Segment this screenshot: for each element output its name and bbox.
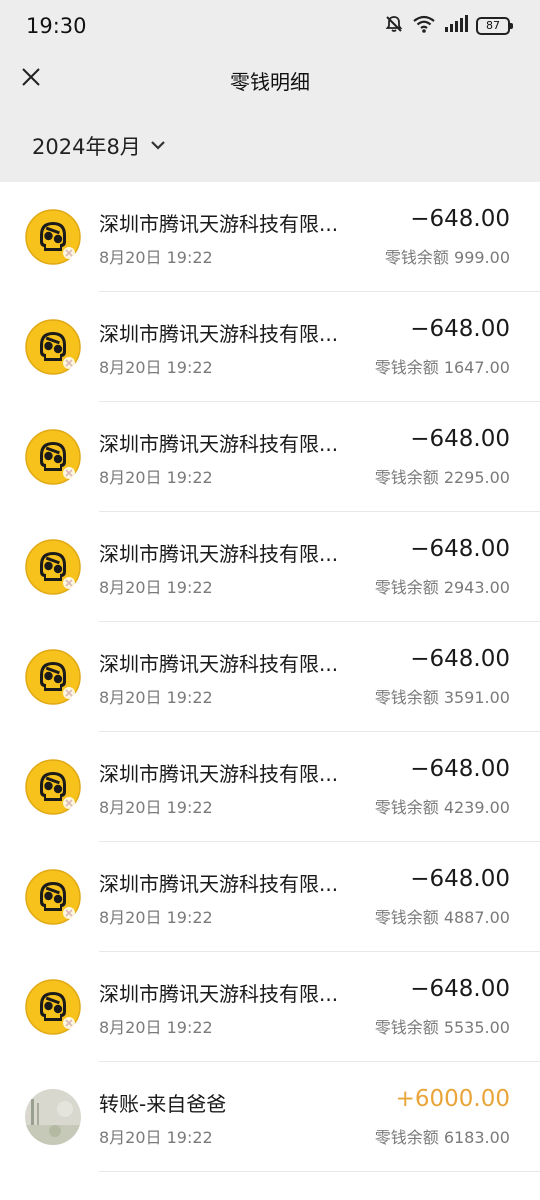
transaction-amount: −648.00 xyxy=(410,866,510,892)
transaction-amount: +6000.00 xyxy=(395,1086,510,1112)
skull-game-logo-icon xyxy=(25,429,81,485)
contact-avatar-icon xyxy=(25,1089,81,1145)
status-bar: 19:30 87 xyxy=(0,0,540,52)
transaction-time: 8月20日 19:22 xyxy=(99,1018,213,1037)
transaction-balance: 零钱余额 4239.00 xyxy=(374,798,510,817)
transaction-title: 深圳市腾讯天游科技有限... xyxy=(99,542,339,566)
transaction-time: 8月20日 19:22 xyxy=(99,578,213,597)
nav-bar: 零钱明细 xyxy=(0,52,540,108)
transaction-amount: −648.00 xyxy=(410,426,510,452)
transaction-amount: −648.00 xyxy=(410,316,510,342)
mute-bell-icon xyxy=(384,14,404,38)
transaction-amount: −648.00 xyxy=(410,536,510,562)
transaction-balance: 零钱余额 999.00 xyxy=(384,248,510,267)
transaction-balance: 零钱余额 3591.00 xyxy=(374,688,510,707)
skull-game-logo-icon xyxy=(25,979,81,1035)
transaction-time: 8月20日 19:22 xyxy=(99,798,213,817)
transaction-title: 深圳市腾讯天游科技有限... xyxy=(99,432,339,456)
transaction-balance: 零钱余额 1647.00 xyxy=(374,358,510,377)
transaction-title: 转账-来自爸爸 xyxy=(99,1092,227,1116)
skull-game-logo-icon xyxy=(25,209,81,265)
transaction-row[interactable]: 深圳市腾讯天游科技有限... 8月20日 19:22 −648.00 零钱余额 553… xyxy=(0,952,540,1062)
month-filter-bar: 2024年8月 xyxy=(0,108,540,182)
transaction-title: 深圳市腾讯天游科技有限... xyxy=(99,322,339,346)
transaction-time: 8月20日 19:22 xyxy=(99,1128,213,1147)
wifi-icon xyxy=(412,14,436,38)
transaction-balance: 零钱余额 4887.00 xyxy=(374,908,510,927)
transaction-row[interactable]: 深圳市腾讯天游科技有限... 8月20日 19:22 −648.00 零钱余额 423… xyxy=(0,732,540,842)
transaction-title: 深圳市腾讯天游科技有限... xyxy=(99,872,339,896)
transaction-time: 8月20日 19:22 xyxy=(99,248,213,267)
transaction-time: 8月20日 19:22 xyxy=(99,908,213,927)
status-time: 19:30 xyxy=(26,14,87,38)
transaction-amount: −648.00 xyxy=(410,206,510,232)
transaction-balance: 零钱余额 6183.00 xyxy=(374,1128,510,1147)
skull-game-logo-icon xyxy=(25,649,81,705)
transaction-time: 8月20日 19:22 xyxy=(99,468,213,487)
page-title: 零钱明细 xyxy=(230,70,310,94)
transaction-title: 深圳市腾讯天游科技有限... xyxy=(99,982,339,1006)
transaction-time: 8月20日 19:22 xyxy=(99,358,213,377)
status-icons: 87 xyxy=(384,14,513,38)
transaction-title: 深圳市腾讯天游科技有限... xyxy=(99,212,339,236)
transaction-row[interactable]: 转账-来自爸爸 8月20日 19:22 +6000.00 零钱余额 6183.00 xyxy=(0,1062,540,1172)
transaction-amount: −648.00 xyxy=(410,646,510,672)
skull-game-logo-icon xyxy=(25,869,81,925)
skull-game-logo-icon xyxy=(25,759,81,815)
transaction-amount: −648.00 xyxy=(410,976,510,1002)
transaction-title: 深圳市腾讯天游科技有限... xyxy=(99,762,339,786)
transaction-amount: −648.00 xyxy=(410,756,510,782)
battery-icon: 87 xyxy=(476,17,513,35)
transaction-row[interactable]: 深圳市腾讯天游科技有限... 8月20日 19:22 −648.00 零钱余额 359… xyxy=(0,622,540,732)
transaction-row[interactable]: 深圳市腾讯天游科技有限... 8月20日 19:22 −648.00 零钱余额 999… xyxy=(0,182,540,292)
chevron-down-icon xyxy=(149,137,167,156)
month-selector[interactable]: 2024年8月 xyxy=(32,131,167,161)
transaction-list: 深圳市腾讯天游科技有限... 8月20日 19:22 −648.00 零钱余额 999… xyxy=(0,182,540,1200)
transaction-time: 8月20日 19:22 xyxy=(99,688,213,707)
transaction-row[interactable]: 深圳市腾讯天游科技有限... 8月20日 19:22 −648.00 零钱余额 229… xyxy=(0,402,540,512)
transaction-row[interactable]: 深圳市腾讯天游科技有限... 8月20日 19:22 −648.00 零钱余额 294… xyxy=(0,512,540,622)
month-label: 2024年8月 xyxy=(32,135,141,159)
transaction-title: 深圳市腾讯天游科技有限... xyxy=(99,652,339,676)
transaction-balance: 零钱余额 5535.00 xyxy=(374,1018,510,1037)
transaction-balance: 零钱余额 2295.00 xyxy=(374,468,510,487)
skull-game-logo-icon xyxy=(25,319,81,375)
transaction-balance: 零钱余额 2943.00 xyxy=(374,578,510,597)
signal-icon xyxy=(444,14,468,38)
transaction-row[interactable]: 深圳市腾讯天游科技有限... 8月20日 19:22 −648.00 零钱余额 488… xyxy=(0,842,540,952)
row-divider xyxy=(99,1171,540,1172)
transaction-row[interactable]: 深圳市腾讯天游科技有限... 8月20日 19:22 −648.00 零钱余额 164… xyxy=(0,292,540,402)
skull-game-logo-icon xyxy=(25,539,81,595)
